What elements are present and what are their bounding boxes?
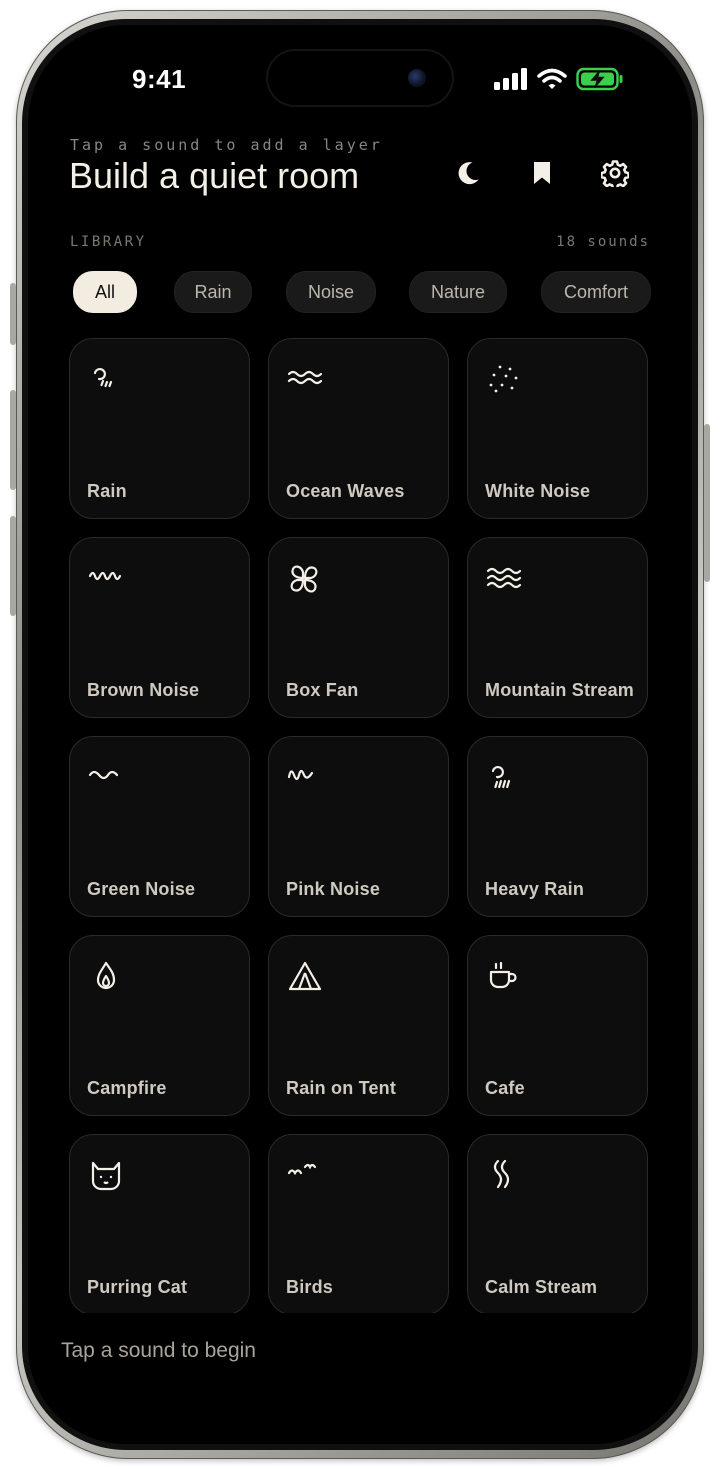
sound-tile-box-fan[interactable]: Box Fan	[268, 537, 449, 718]
library-label: LIBRARY	[70, 234, 147, 250]
chip-label: All	[94, 281, 115, 302]
sound-label: Campfire	[87, 1078, 167, 1098]
dots-noise-icon	[486, 363, 522, 399]
dynamic-island	[268, 51, 452, 105]
signal-icon	[494, 68, 528, 90]
stream-waves-icon	[486, 562, 522, 598]
sound-tile-rain-on-tent[interactable]: Rain on Tent	[268, 935, 449, 1116]
camera-icon	[408, 69, 426, 87]
chip-nature[interactable]: Nature	[409, 271, 507, 313]
sound-label: Calm Stream	[485, 1277, 598, 1297]
bookmark-icon	[531, 160, 553, 186]
sound-label: Rain on Tent	[286, 1078, 397, 1098]
tent-icon	[287, 960, 323, 996]
waves-icon	[287, 363, 323, 399]
chip-comfort[interactable]: Comfort	[541, 271, 651, 313]
footer-bar	[28, 1313, 692, 1444]
coffee-cup-icon	[486, 960, 522, 996]
power-button	[704, 424, 710, 582]
sound-tile-mountain-stream[interactable]: Mountain Stream	[467, 537, 648, 718]
flame-icon	[88, 960, 124, 996]
sound-label: Heavy Rain	[485, 879, 585, 899]
chip-label: Noise	[307, 281, 355, 302]
gear-icon	[601, 159, 629, 187]
volume-down-button	[10, 516, 16, 616]
sound-label: Birds	[286, 1277, 334, 1297]
chip-label: Comfort	[563, 281, 628, 302]
moon-icon	[455, 160, 481, 186]
sound-label: Ocean Waves	[286, 481, 405, 501]
screen: 9:41 Tap a sound to add a layer Build a …	[28, 25, 692, 1444]
tilde-icon	[88, 761, 124, 797]
sound-tile-heavy-rain[interactable]: Heavy Rain	[467, 736, 648, 917]
sound-tile-cafe[interactable]: Cafe	[467, 935, 648, 1116]
short-squiggle-icon	[287, 761, 323, 797]
heavy-rain-icon	[486, 761, 522, 797]
chip-rain[interactable]: Rain	[174, 271, 252, 313]
chip-noise[interactable]: Noise	[286, 271, 376, 313]
sound-tile-white-noise[interactable]: White Noise	[467, 338, 648, 519]
status-icons	[494, 67, 624, 91]
cat-icon	[88, 1159, 124, 1195]
status-time: 9:41	[132, 64, 187, 94]
filter-chips: All Rain Noise Nature Comfort	[73, 271, 651, 313]
sound-label: Mountain Stream	[485, 680, 635, 700]
page-title: Build a quiet room	[69, 155, 360, 196]
sound-tile-rain[interactable]: Rain	[69, 338, 250, 519]
chip-all[interactable]: All	[73, 271, 137, 313]
header-eyebrow: Tap a sound to add a layer	[70, 136, 383, 154]
sound-label: Cafe	[485, 1078, 525, 1098]
wifi-icon	[537, 68, 567, 90]
sound-label: Purring Cat	[87, 1277, 188, 1297]
squiggle-icon	[88, 562, 124, 598]
sound-label: Rain	[87, 481, 127, 501]
night-mode-button[interactable]	[448, 153, 488, 193]
saved-mixes-button[interactable]	[522, 153, 562, 193]
sound-count: 18 sounds	[556, 234, 650, 250]
birds-icon	[287, 1159, 323, 1195]
sound-tile-green-noise[interactable]: Green Noise	[69, 736, 250, 917]
sound-label: Green Noise	[87, 879, 196, 899]
sound-label: Brown Noise	[87, 680, 200, 700]
footer-hint: Tap a sound to begin	[61, 1339, 256, 1362]
sound-label: White Noise	[485, 481, 591, 501]
chip-label: Nature	[430, 281, 486, 302]
action-button	[10, 283, 16, 345]
sound-grid: Rain Ocean Waves White Noise Brown Noise…	[69, 338, 651, 1316]
sound-tile-pink-noise[interactable]: Pink Noise	[268, 736, 449, 917]
rain-drizzle-icon	[88, 363, 124, 399]
sound-tile-calm-stream[interactable]: Calm Stream	[467, 1134, 648, 1315]
battery-charging-icon	[576, 67, 624, 91]
sound-tile-brown-noise[interactable]: Brown Noise	[69, 537, 250, 718]
sound-tile-purring-cat[interactable]: Purring Cat	[69, 1134, 250, 1315]
sound-label: Pink Noise	[286, 879, 381, 899]
sound-label: Box Fan	[286, 680, 359, 700]
volume-up-button	[10, 390, 16, 490]
settings-button[interactable]	[595, 153, 635, 193]
chip-label: Rain	[194, 281, 232, 302]
sound-tile-birds[interactable]: Birds	[268, 1134, 449, 1315]
sound-tile-ocean-waves[interactable]: Ocean Waves	[268, 338, 449, 519]
sound-tile-campfire[interactable]: Campfire	[69, 935, 250, 1116]
fan-icon	[287, 562, 323, 598]
s-waves-icon	[486, 1159, 522, 1195]
